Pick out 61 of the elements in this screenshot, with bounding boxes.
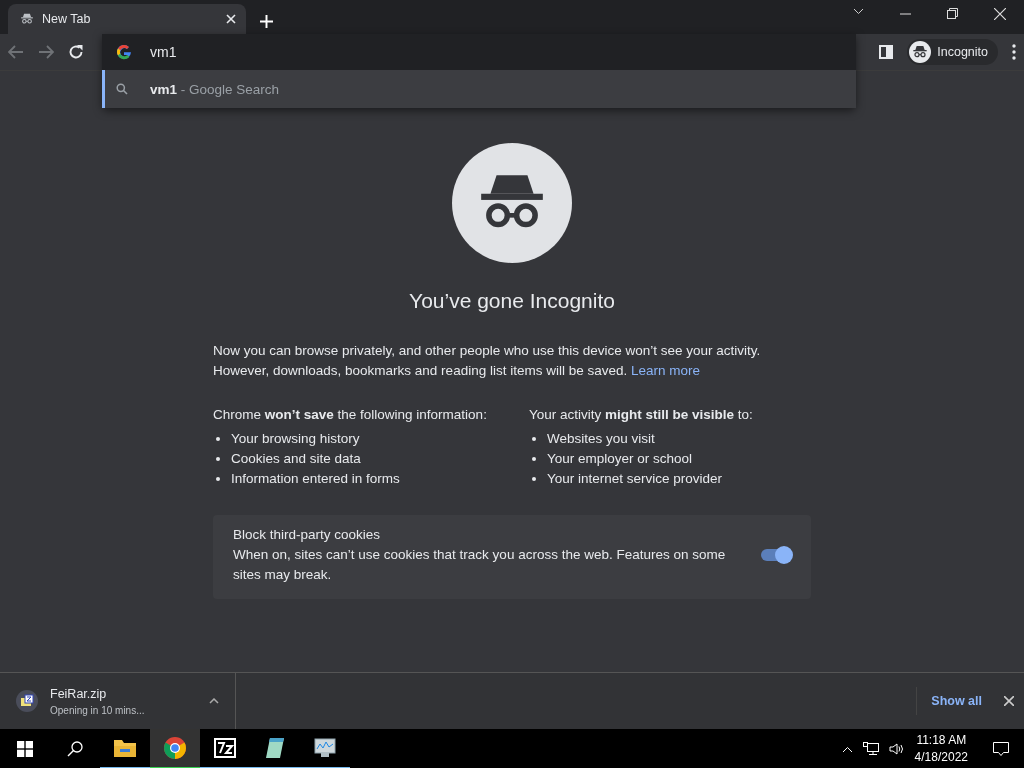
bullet-icon	[216, 437, 220, 441]
suggestion-item[interactable]: vm1 - Google Search	[102, 70, 856, 108]
clock-date: 4/18/2022	[914, 749, 968, 766]
tab-title: New Tab	[42, 12, 92, 26]
bullet-icon	[216, 457, 220, 461]
notification-icon[interactable]	[993, 741, 1009, 757]
taskbar-app[interactable]	[150, 729, 200, 768]
back-icon[interactable]	[8, 45, 24, 59]
show-all-button[interactable]: Show all	[916, 687, 994, 715]
speaker-icon[interactable]	[888, 742, 905, 756]
profile-button[interactable]: Incognito	[907, 39, 998, 65]
menu-icon[interactable]	[1012, 44, 1016, 60]
new-tab-icon[interactable]	[260, 15, 273, 28]
monitor-icon	[313, 736, 337, 760]
list-item: Your employer or school	[547, 450, 693, 468]
learn-more-link[interactable]: Learn more	[630, 363, 700, 378]
close-icon[interactable]	[994, 8, 1006, 20]
download-status: Opening in 10 mins...	[50, 704, 145, 716]
chrome-icon	[163, 736, 187, 760]
network-icon[interactable]	[862, 742, 879, 756]
bullet-icon	[532, 457, 536, 461]
side-panel-icon[interactable]	[879, 45, 894, 59]
list-item: Your internet service provider	[547, 470, 723, 488]
address-bar[interactable]: vm1	[102, 34, 856, 70]
list-item: Cookies and site data	[231, 450, 361, 468]
intro-text: Now you can browse privately, and other people who use this device won’t see your activity. However, downloads, bookmarks and reading list items will be saved. Learn more	[213, 342, 762, 380]
search-icon	[116, 83, 128, 95]
caret-icon[interactable]	[209, 698, 219, 704]
forward-icon[interactable]	[38, 45, 54, 59]
list-heading: Chrome won’t save the following information:	[213, 406, 488, 424]
card-description: When on, sites can’t use cookies that track you across the web. Features on some sites may break.	[233, 546, 727, 584]
list-heading: Your activity might still be visible to:	[529, 406, 754, 424]
incognito-icon	[20, 12, 34, 26]
list-item: Information entered in forms	[231, 470, 400, 488]
google-icon	[116, 44, 132, 60]
incognito-icon	[912, 44, 929, 60]
bullet-icon	[532, 437, 536, 441]
search-icon[interactable]	[67, 741, 83, 757]
windows-start-icon[interactable]	[17, 741, 33, 757]
bullet-icon	[216, 477, 220, 481]
chevron-down-icon[interactable]	[853, 8, 864, 15]
page-title: You’ve gone Incognito	[409, 289, 615, 313]
browser-tab[interactable]: New Tab	[8, 4, 246, 34]
archive-icon	[214, 738, 236, 758]
restore-icon[interactable]	[947, 8, 958, 19]
clock[interactable]: 11:18 AM 4/18/2022	[914, 732, 968, 766]
close-icon[interactable]	[226, 14, 236, 24]
list-item: Websites you visit	[547, 430, 655, 448]
close-icon[interactable]	[1004, 696, 1014, 706]
card-title: Block third-party cookies	[233, 526, 382, 544]
reload-icon[interactable]	[68, 44, 84, 60]
bullet-icon	[532, 477, 536, 481]
folder-icon	[113, 738, 137, 758]
list-item: Your browsing history	[231, 430, 360, 448]
toggle-switch[interactable]	[761, 549, 791, 561]
clock-time: 11:18 AM	[915, 732, 968, 749]
chevron-up-icon[interactable]	[841, 745, 853, 753]
notepad-icon	[264, 736, 286, 760]
archive-file-icon	[16, 690, 38, 712]
file-name: FeiRar.zip	[50, 686, 108, 701]
address-field[interactable]: vm1	[150, 44, 750, 60]
